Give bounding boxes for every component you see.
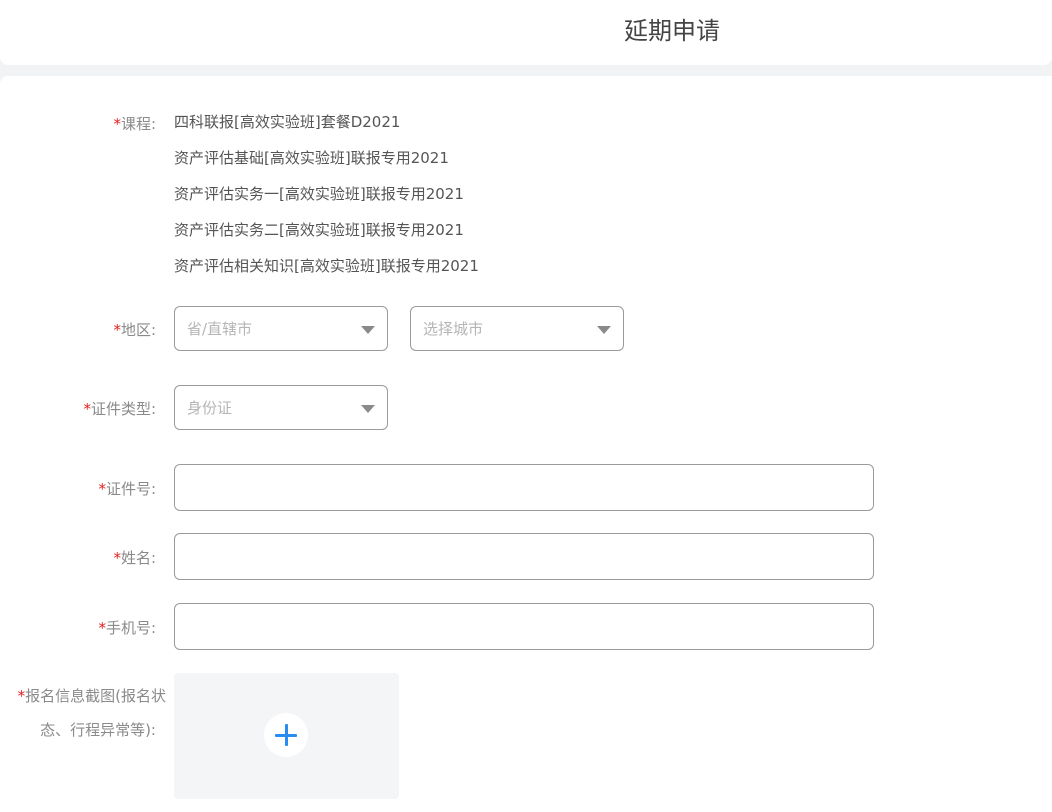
phone-input[interactable] <box>174 603 874 650</box>
chevron-down-icon <box>597 326 611 334</box>
course-item: 资产评估相关知识[高效实验班]联报专用2021 <box>174 257 479 275</box>
chevron-down-icon <box>361 326 375 334</box>
name-input[interactable] <box>174 533 874 580</box>
chevron-down-icon <box>361 405 375 413</box>
required-mark: * <box>98 480 106 498</box>
course-item: 资产评估实务二[高效实验班]联报专用2021 <box>174 221 464 239</box>
plus-icon[interactable] <box>264 713 308 757</box>
required-mark: * <box>113 115 121 133</box>
required-mark: * <box>83 400 91 418</box>
id-type-select[interactable]: 身份证 <box>174 385 388 430</box>
required-mark: * <box>98 619 106 637</box>
city-placeholder: 选择城市 <box>423 320 484 338</box>
screenshot-label: *报名信息截图(报名状 态、行程异常等): <box>17 687 166 739</box>
required-mark: * <box>113 549 121 567</box>
course-item: 四科联报[高效实验班]套餐D2021 <box>174 113 401 131</box>
course-label: *课程: <box>113 115 156 133</box>
region-label: *地区: <box>113 321 156 339</box>
province-placeholder: 省/直辖市 <box>187 320 253 338</box>
id-number-input[interactable] <box>174 464 874 511</box>
id-type-value: 身份证 <box>187 399 233 417</box>
page-header: 延期申请 <box>0 0 1052 65</box>
id-type-label: *证件类型: <box>83 400 156 418</box>
screenshot-upload-area[interactable] <box>174 673 399 799</box>
required-mark: * <box>113 321 121 339</box>
form-card: *课程: 四科联报[高效实验班]套餐D2021 资产评估基础[高效实验班]联报专… <box>0 76 1052 812</box>
phone-label: *手机号: <box>98 619 156 637</box>
city-select[interactable]: 选择城市 <box>410 306 624 351</box>
province-select[interactable]: 省/直辖市 <box>174 306 388 351</box>
id-number-label: *证件号: <box>98 480 156 498</box>
name-label: *姓名: <box>113 549 156 567</box>
course-item: 资产评估实务一[高效实验班]联报专用2021 <box>174 185 464 203</box>
course-item: 资产评估基础[高效实验班]联报专用2021 <box>174 149 449 167</box>
page-title: 延期申请 <box>624 17 720 45</box>
